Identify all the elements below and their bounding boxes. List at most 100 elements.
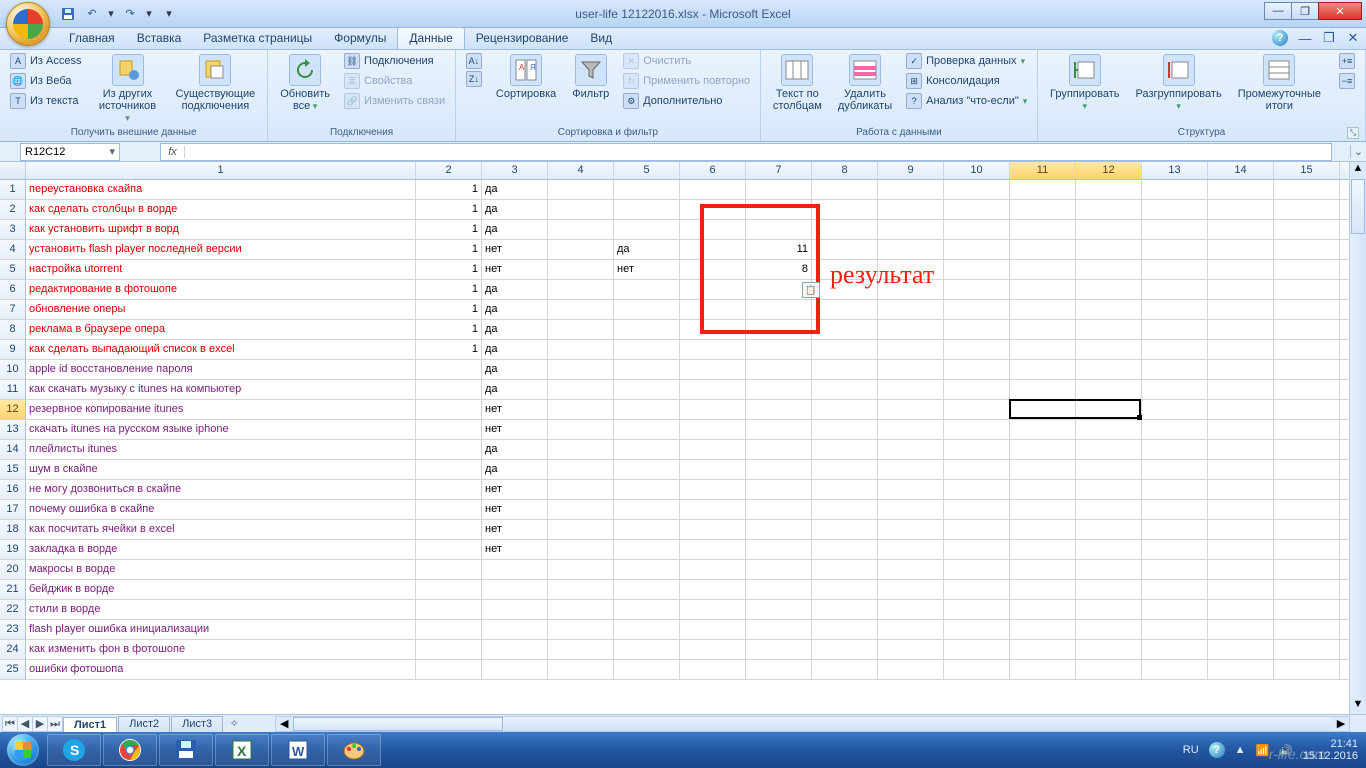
cell-r18c4[interactable] — [548, 520, 614, 539]
cell-r14c15[interactable] — [1274, 440, 1340, 459]
sheet-tab-Лист1[interactable]: Лист1 — [63, 717, 117, 733]
cell-r4c7[interactable]: 11 — [746, 240, 812, 259]
cell-r25c7[interactable] — [746, 660, 812, 679]
cell-r17c2[interactable] — [416, 500, 482, 519]
cell-r22c11[interactable] — [1010, 600, 1076, 619]
col-header-8[interactable]: 8 — [812, 162, 878, 179]
cell-r13c6[interactable] — [680, 420, 746, 439]
scroll-up[interactable]: ▲ — [1350, 162, 1366, 178]
cell-r21c12[interactable] — [1076, 580, 1142, 599]
cell-r16c8[interactable] — [812, 480, 878, 499]
cell-r4c15[interactable] — [1274, 240, 1340, 259]
connections-button[interactable]: ⛓Подключения — [340, 52, 449, 70]
cell-r8c8[interactable] — [812, 320, 878, 339]
cell-r21c15[interactable] — [1274, 580, 1340, 599]
cell-r19c6[interactable] — [680, 540, 746, 559]
workbook-restore[interactable]: ❐ — [1322, 31, 1336, 45]
cell-r2c9[interactable] — [878, 200, 944, 219]
consolidate-button[interactable]: ⊞Консолидация — [902, 72, 1031, 90]
col-header-2[interactable]: 2 — [416, 162, 482, 179]
cell-r22c13[interactable] — [1142, 600, 1208, 619]
cell-r1c2[interactable]: 1 — [416, 180, 482, 199]
col-header-6[interactable]: 6 — [680, 162, 746, 179]
cell-r23c9[interactable] — [878, 620, 944, 639]
tray-help-icon[interactable]: ? — [1209, 742, 1225, 758]
cell-r8c12[interactable] — [1076, 320, 1142, 339]
from-text-button[interactable]: TИз текста — [6, 92, 85, 110]
cell-r5c15[interactable] — [1274, 260, 1340, 279]
cell-r14c6[interactable] — [680, 440, 746, 459]
cell-r18c9[interactable] — [878, 520, 944, 539]
cell-r19c9[interactable] — [878, 540, 944, 559]
taskbar-chrome[interactable] — [103, 734, 157, 766]
sheet-tab-Лист3[interactable]: Лист3 — [171, 716, 223, 732]
cell-r16c7[interactable] — [746, 480, 812, 499]
cell-r10c4[interactable] — [548, 360, 614, 379]
cell-r7c10[interactable] — [944, 300, 1010, 319]
cell-r21c1[interactable]: бейджик в ворде — [26, 580, 416, 599]
cell-r12c2[interactable] — [416, 400, 482, 419]
cell-r24c1[interactable]: как изменить фон в фотошопе — [26, 640, 416, 659]
cell-r5c5[interactable]: нет — [614, 260, 680, 279]
window-minimize[interactable]: ― — [1264, 2, 1292, 20]
tray-network-icon[interactable]: 📶 — [1256, 744, 1270, 757]
row-header-15[interactable]: 15 — [0, 460, 26, 479]
cell-r8c9[interactable] — [878, 320, 944, 339]
cell-r12c11[interactable] — [1010, 400, 1076, 419]
cell-r4c9[interactable] — [878, 240, 944, 259]
cell-r15c9[interactable] — [878, 460, 944, 479]
cell-r23c11[interactable] — [1010, 620, 1076, 639]
cell-r21c5[interactable] — [614, 580, 680, 599]
col-header-9[interactable]: 9 — [878, 162, 944, 179]
cell-r12c6[interactable] — [680, 400, 746, 419]
cell-r1c9[interactable] — [878, 180, 944, 199]
data-validation-button[interactable]: ✓Проверка данных — [902, 52, 1031, 70]
cell-r19c1[interactable]: закладка в ворде — [26, 540, 416, 559]
cell-r18c13[interactable] — [1142, 520, 1208, 539]
office-button[interactable] — [6, 2, 50, 46]
cell-r18c15[interactable] — [1274, 520, 1340, 539]
cell-r17c13[interactable] — [1142, 500, 1208, 519]
cell-r8c7[interactable] — [746, 320, 812, 339]
minimize-ribbon[interactable]: ― — [1298, 31, 1312, 45]
cell-r23c3[interactable] — [482, 620, 548, 639]
cell-r13c1[interactable]: скачать itunes на русском языке iphone — [26, 420, 416, 439]
row-header-11[interactable]: 11 — [0, 380, 26, 399]
refresh-all-button[interactable]: Обновить все — [274, 52, 336, 114]
taskbar-excel[interactable]: X — [215, 734, 269, 766]
cell-r20c4[interactable] — [548, 560, 614, 579]
cell-r4c10[interactable] — [944, 240, 1010, 259]
cell-r14c10[interactable] — [944, 440, 1010, 459]
cell-r24c8[interactable] — [812, 640, 878, 659]
cell-r5c2[interactable]: 1 — [416, 260, 482, 279]
existing-connections-button[interactable]: Существующие подключения — [170, 52, 262, 114]
cell-r4c1[interactable]: установить flash player последней версии — [26, 240, 416, 259]
cell-r7c6[interactable] — [680, 300, 746, 319]
cell-r8c5[interactable] — [614, 320, 680, 339]
cell-r1c13[interactable] — [1142, 180, 1208, 199]
cell-r2c15[interactable] — [1274, 200, 1340, 219]
cell-r25c12[interactable] — [1076, 660, 1142, 679]
cell-r3c14[interactable] — [1208, 220, 1274, 239]
horizontal-scrollbar[interactable]: ◀ ▶ — [275, 716, 1350, 732]
cell-r3c4[interactable] — [548, 220, 614, 239]
cell-r7c14[interactable] — [1208, 300, 1274, 319]
cell-r24c11[interactable] — [1010, 640, 1076, 659]
cell-r9c12[interactable] — [1076, 340, 1142, 359]
cell-r23c7[interactable] — [746, 620, 812, 639]
cell-r14c12[interactable] — [1076, 440, 1142, 459]
cell-r9c5[interactable] — [614, 340, 680, 359]
hscroll-left[interactable]: ◀ — [276, 717, 292, 731]
cell-r20c15[interactable] — [1274, 560, 1340, 579]
cell-r19c11[interactable] — [1010, 540, 1076, 559]
cell-r14c1[interactable]: плейлисты itunes — [26, 440, 416, 459]
cell-r22c12[interactable] — [1076, 600, 1142, 619]
cell-r13c10[interactable] — [944, 420, 1010, 439]
taskbar-save[interactable] — [159, 734, 213, 766]
group-rows-button[interactable]: Группировать — [1044, 52, 1126, 114]
cell-r24c10[interactable] — [944, 640, 1010, 659]
cell-r11c2[interactable] — [416, 380, 482, 399]
cell-r13c9[interactable] — [878, 420, 944, 439]
row-header-20[interactable]: 20 — [0, 560, 26, 579]
paste-options-icon[interactable]: 📋 — [802, 282, 820, 298]
